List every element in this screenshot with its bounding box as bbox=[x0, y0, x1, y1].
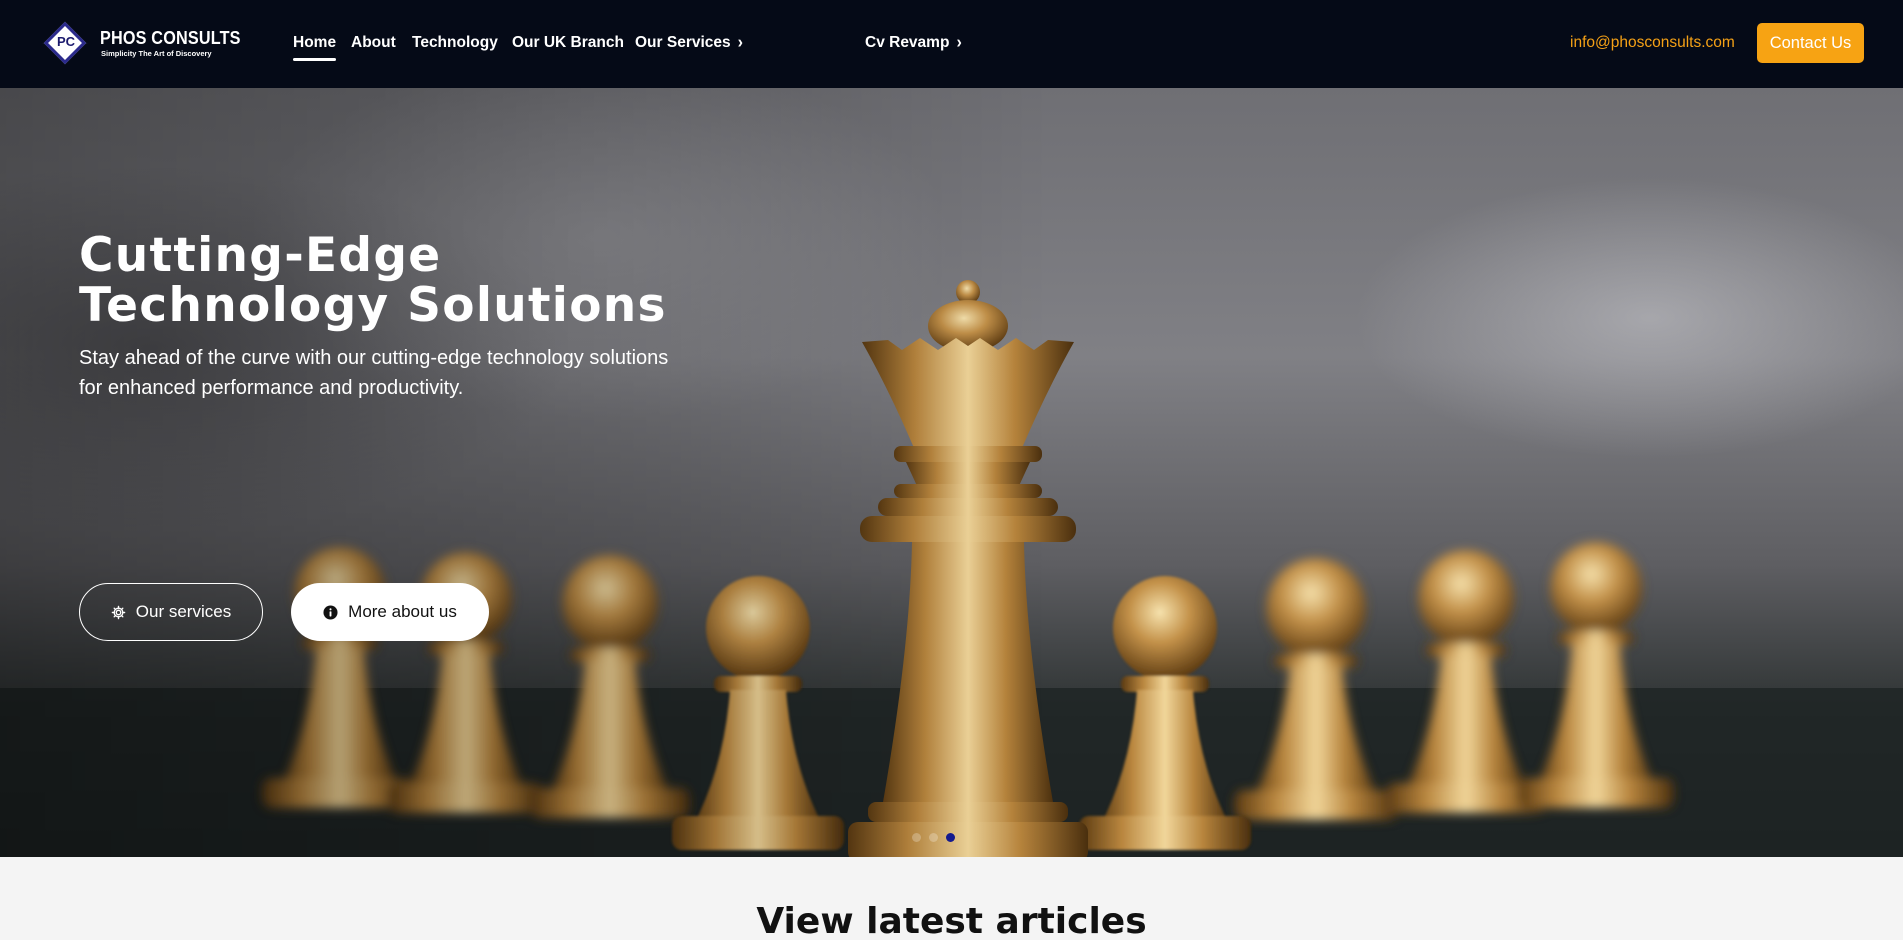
nav-about[interactable]: About bbox=[351, 34, 396, 52]
more-about-us-label: More about us bbox=[348, 602, 457, 621]
chevron-right-icon: › bbox=[737, 33, 743, 52]
hero-overlay bbox=[0, 88, 1903, 857]
email-link[interactable]: info@phosconsults.com bbox=[1570, 34, 1735, 52]
our-services-button[interactable]: Our services bbox=[79, 583, 263, 641]
slide-dot-3[interactable] bbox=[946, 833, 955, 842]
nav-our-services-label: Our Services bbox=[635, 34, 731, 51]
nav-technology[interactable]: Technology bbox=[412, 34, 498, 52]
chevron-right-icon: › bbox=[956, 33, 962, 52]
brand-tagline: Simplicity The Art of Discovery bbox=[101, 49, 212, 58]
nav-our-services[interactable]: Our Services › bbox=[635, 33, 743, 52]
nav-uk-branch[interactable]: Our UK Branch bbox=[512, 34, 624, 52]
hero-subtitle: Stay ahead of the curve with our cutting… bbox=[79, 347, 669, 399]
our-services-label: Our services bbox=[135, 602, 232, 621]
contact-us-button[interactable]: Contact Us bbox=[1757, 23, 1864, 63]
nav-home[interactable]: Home bbox=[293, 34, 337, 61]
slider-dots bbox=[912, 833, 955, 842]
hero-title-line2: Technology Solutions bbox=[79, 278, 667, 333]
info-icon bbox=[323, 604, 338, 620]
hero-slider: Cutting-Edge Technology Solutions Stay a… bbox=[0, 88, 1903, 857]
slide-dot-1[interactable] bbox=[912, 833, 921, 842]
nav-cv-revamp[interactable]: Cv Revamp › bbox=[865, 33, 962, 52]
more-about-us-button[interactable]: More about us bbox=[291, 583, 489, 641]
articles-section: View latest articles bbox=[0, 857, 1903, 940]
brand-logo[interactable]: PC PHOS CONSULTS Simplicity The Art of D… bbox=[42, 20, 242, 68]
gear-icon bbox=[111, 605, 126, 620]
articles-title: View latest articles bbox=[756, 901, 1147, 940]
logo-initials: PC bbox=[56, 34, 76, 49]
top-navbar: PC PHOS CONSULTS Simplicity The Art of D… bbox=[0, 0, 1903, 88]
brand-name: PHOS CONSULTS bbox=[100, 28, 241, 48]
hero-title-line1: Cutting-Edge bbox=[79, 228, 442, 283]
nav-cv-revamp-label: Cv Revamp bbox=[865, 34, 950, 51]
slide-dot-2[interactable] bbox=[929, 833, 938, 842]
hero-title: Cutting-Edge Technology Solutions bbox=[79, 231, 779, 331]
hero-content: Cutting-Edge Technology Solutions Stay a… bbox=[79, 231, 779, 641]
